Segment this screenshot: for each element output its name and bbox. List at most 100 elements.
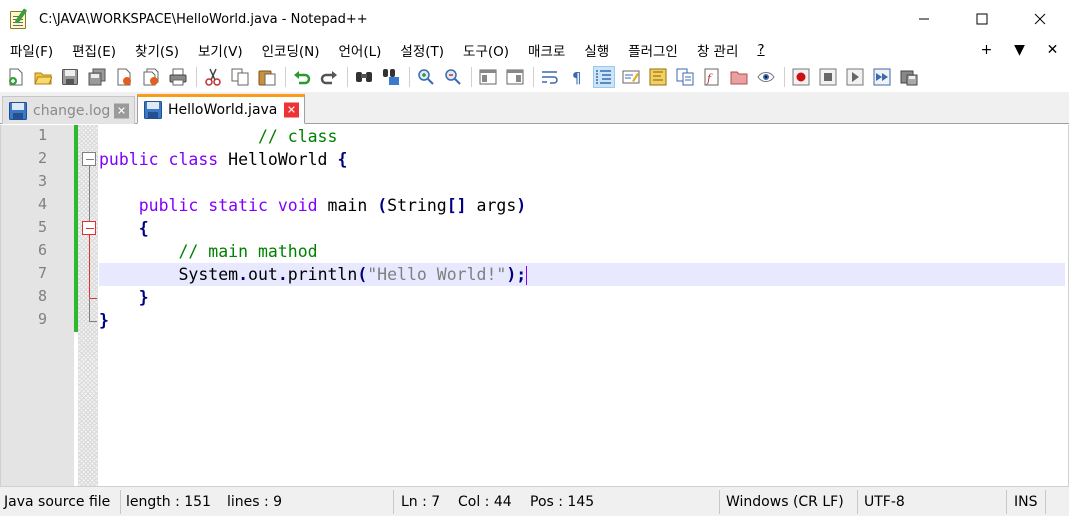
menu-run[interactable]: 실행 (574, 40, 618, 60)
menu-language[interactable]: 언어(L) (329, 40, 391, 60)
code-editor[interactable]: 1 // class 2 public class HelloWorld { 3… (0, 125, 1069, 486)
line-number: 5 (37, 218, 47, 236)
close-window-button[interactable] (1011, 0, 1069, 38)
play-icon (846, 68, 864, 86)
code-text: // main mathod (178, 242, 318, 261)
line-number: 2 (37, 149, 47, 167)
maximize-button[interactable] (953, 0, 1011, 38)
toolbar-separator (533, 67, 534, 87)
toolbar-separator (784, 67, 785, 87)
show-all-characters-button[interactable]: ¶ (566, 66, 588, 88)
document-list-icon (676, 68, 694, 86)
status-file-type: Java source file (4, 494, 111, 510)
save-button[interactable] (59, 66, 81, 88)
close-file-button[interactable] (113, 66, 135, 88)
function-list-icon: f (704, 68, 719, 86)
menu-macro[interactable]: 매크로 (518, 40, 574, 60)
zoom-out-button[interactable] (442, 66, 464, 88)
menu-file[interactable]: 파일(F) (0, 40, 62, 60)
saved-file-icon (144, 101, 162, 119)
document-map-button[interactable] (647, 66, 669, 88)
new-file-button[interactable] (5, 66, 27, 88)
eye-icon (757, 72, 775, 82)
replace-button[interactable] (380, 66, 402, 88)
macro-run-multiple-button[interactable] (871, 66, 893, 88)
paste-button[interactable] (256, 66, 278, 88)
code-line: 1 // class (1, 125, 1068, 148)
close-all-icon (143, 68, 159, 86)
sync-horizontal-button[interactable] (504, 66, 526, 88)
toolbar-separator (409, 67, 410, 87)
menu-tools[interactable]: 도구(O) (453, 40, 518, 60)
close-icon (1034, 13, 1046, 25)
indent-guide-button[interactable] (593, 66, 615, 88)
folder-as-workspace-button[interactable] (728, 66, 750, 88)
word-wrap-icon (542, 71, 558, 84)
status-insert-mode[interactable]: INS (1014, 487, 1038, 516)
tab-change-log[interactable]: change.log ✕ (2, 96, 135, 124)
tab-close-button[interactable]: ✕ (284, 102, 299, 118)
sync-horizontal-icon (506, 69, 524, 85)
undo-button[interactable] (291, 66, 313, 88)
tab-close-button[interactable]: ✕ (114, 103, 129, 118)
code-text: { (138, 219, 149, 238)
save-icon (62, 69, 78, 85)
user-defined-language-button[interactable] (620, 66, 642, 88)
word-wrap-button[interactable] (539, 66, 561, 88)
macro-stop-button[interactable] (817, 66, 839, 88)
open-file-button[interactable] (32, 66, 54, 88)
status-divider (719, 490, 720, 514)
status-eol-format[interactable]: Windows (CR LF) (726, 487, 844, 516)
paste-icon (258, 70, 276, 86)
stop-icon (819, 68, 837, 86)
menu-encoding[interactable]: 인코딩(N) (252, 40, 329, 60)
status-encoding[interactable]: UTF-8 (864, 487, 905, 516)
new-file-icon (9, 68, 23, 86)
fast-forward-icon (873, 68, 891, 86)
menu-plugins[interactable]: 플러그인 (618, 40, 687, 60)
tab-list-dropdown-button[interactable]: ▼ (1003, 42, 1036, 58)
code-line: 5 { (1, 217, 1068, 240)
close-document-button[interactable]: ✕ (1036, 42, 1069, 58)
window-controls (895, 0, 1069, 38)
menu-window[interactable]: 창 관리 (687, 40, 748, 60)
copy-icon (231, 68, 249, 86)
status-line-number: Ln : 7 (401, 494, 441, 510)
menu-settings[interactable]: 설정(T) (390, 40, 453, 60)
tab-helloworld-java[interactable]: HelloWorld.java ✕ (137, 94, 305, 124)
status-divider (1045, 490, 1046, 514)
code-line: 3 (1, 171, 1068, 194)
macro-play-button[interactable] (844, 66, 866, 88)
zoom-in-button[interactable] (415, 66, 437, 88)
document-list-button[interactable] (674, 66, 696, 88)
toolbar-separator (196, 67, 197, 87)
monitoring-button[interactable] (755, 66, 777, 88)
macro-save-button[interactable] (898, 66, 920, 88)
line-number: 6 (37, 241, 47, 259)
find-icon (356, 72, 372, 82)
menu-edit[interactable]: 편집(E) (62, 40, 125, 60)
cut-button[interactable] (202, 66, 224, 88)
function-list-button[interactable]: f (701, 66, 723, 88)
menu-help[interactable]: ? (747, 42, 773, 58)
macro-record-button[interactable] (790, 66, 812, 88)
new-tab-button[interactable]: + (970, 42, 1003, 58)
redo-button[interactable] (318, 66, 340, 88)
print-button[interactable] (167, 66, 189, 88)
menu-search[interactable]: 찾기(S) (125, 40, 188, 60)
save-all-button[interactable] (86, 66, 108, 88)
sync-vertical-button[interactable] (477, 66, 499, 88)
code-text: } (99, 311, 109, 330)
copy-button[interactable] (229, 66, 251, 88)
code-text: System.out.println("Hello World!"); (99, 263, 1065, 286)
menu-view[interactable]: 보기(V) (188, 40, 252, 60)
find-button[interactable] (353, 66, 375, 88)
line-number: 7 (37, 264, 47, 282)
code-text: public static void main (String[] args) (138, 196, 527, 215)
toolbar-separator (471, 67, 472, 87)
code-line-current: 7 System.out.println("Hello World!"); (1, 263, 1068, 286)
close-all-button[interactable] (140, 66, 162, 88)
cut-icon (205, 68, 221, 86)
minimize-button[interactable] (895, 0, 953, 38)
